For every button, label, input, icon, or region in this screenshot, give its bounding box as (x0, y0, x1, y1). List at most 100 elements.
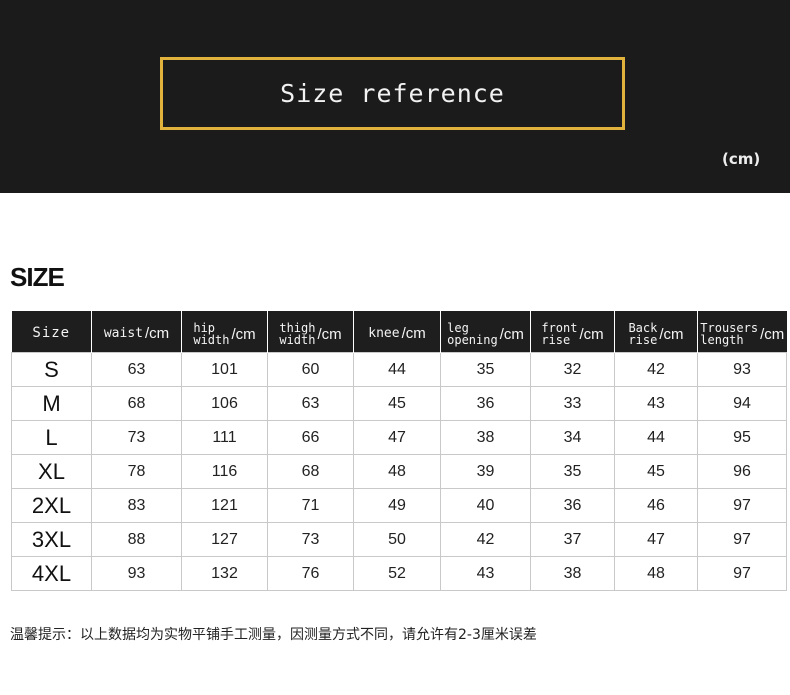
measurement-cell: 39 (440, 454, 531, 489)
measurement-cell: 83 (91, 488, 182, 523)
measurement-cell: 78 (91, 454, 182, 489)
measurement-cell: 96 (697, 454, 787, 489)
measurement-cell: 44 (614, 420, 698, 455)
measurement-cell: 36 (530, 488, 615, 523)
measurement-cell: 88 (91, 522, 182, 557)
size-cell: 4XL (11, 556, 92, 591)
measurement-cell: 42 (614, 352, 698, 387)
header-banner: Size reference (cm) (0, 0, 790, 193)
measurement-cell: 47 (353, 420, 441, 455)
measurement-cell: 94 (697, 386, 787, 421)
measurement-cell: 93 (697, 352, 787, 387)
table-row: M 68 106 63 45 36 33 43 94 (11, 386, 787, 421)
column-header-knee: knee/cm (353, 311, 441, 353)
column-header-front: front rise/cm (530, 311, 615, 353)
measurement-cell: 73 (91, 420, 182, 455)
column-header-trousers: Trousers length/cm (697, 311, 787, 353)
measurement-cell: 93 (91, 556, 182, 591)
column-header-label: thigh width (279, 321, 316, 347)
measurement-cell: 47 (614, 522, 698, 557)
column-header-label: Size (32, 325, 71, 341)
measurement-cell: 73 (267, 522, 354, 557)
measurement-cell: 45 (353, 386, 441, 421)
measurement-cell: 44 (353, 352, 441, 387)
measurement-cell: 121 (181, 488, 268, 523)
measurement-cell: 43 (614, 386, 698, 421)
column-header-unit: /cm (659, 325, 684, 343)
measurement-cell: 48 (614, 556, 698, 591)
measurement-cell: 43 (440, 556, 531, 591)
column-header-waist: waist/cm (91, 311, 182, 353)
title-frame: Size reference (160, 57, 625, 130)
column-header-unit: /cm (499, 325, 524, 343)
measurement-cell: 49 (353, 488, 441, 523)
measurement-cell: 127 (181, 522, 268, 557)
measurement-cell: 76 (267, 556, 354, 591)
column-header-unit: /cm (317, 325, 342, 343)
size-cell: L (11, 420, 92, 455)
column-header-thigh: thigh width/cm (267, 311, 354, 353)
column-header-label: knee (368, 325, 400, 341)
size-chart-table: Size waist/cm hip width/cm thigh width/cm kn… (11, 311, 787, 591)
banner-title: Size reference (280, 79, 505, 108)
measurement-cell: 42 (440, 522, 531, 557)
measurement-cell: 50 (353, 522, 441, 557)
measurement-cell: 35 (530, 454, 615, 489)
column-header-unit: /cm (401, 324, 426, 342)
measurement-cell: 40 (440, 488, 531, 523)
measurement-cell: 68 (267, 454, 354, 489)
measurement-cell: 68 (91, 386, 182, 421)
column-header-label: hip width (193, 321, 230, 347)
size-cell: XL (11, 454, 92, 489)
measurement-cell: 36 (440, 386, 531, 421)
measurement-cell: 52 (353, 556, 441, 591)
column-header-label: Trousers length (700, 321, 759, 347)
column-header-hip: hip width/cm (181, 311, 268, 353)
table-header-row: Size waist/cm hip width/cm thigh width/cm kn… (11, 311, 787, 353)
table-row: 4XL 93 132 76 52 43 38 48 97 (11, 556, 787, 591)
column-header-label: leg opening (447, 321, 498, 347)
section-heading: SIZE (10, 262, 65, 292)
column-header-leg: leg opening/cm (440, 311, 531, 353)
column-header-label: Back rise (628, 321, 658, 347)
measurement-cell: 45 (614, 454, 698, 489)
table-row: 3XL 88 127 73 50 42 37 47 97 (11, 522, 787, 557)
column-header-unit: /cm (231, 325, 256, 343)
measurement-cell: 101 (181, 352, 268, 387)
table-row: 2XL 83 121 71 49 40 36 46 97 (11, 488, 787, 523)
measurement-cell: 63 (91, 352, 182, 387)
measurement-cell: 34 (530, 420, 615, 455)
measurement-cell: 106 (181, 386, 268, 421)
measurement-cell: 71 (267, 488, 354, 523)
column-header-back: Back rise/cm (614, 311, 698, 353)
column-header-unit: /cm (579, 325, 604, 343)
column-header-unit: /cm (760, 325, 785, 343)
measurement-cell: 38 (530, 556, 615, 591)
measurement-cell: 97 (697, 488, 787, 523)
size-cell: 3XL (11, 522, 92, 557)
measurement-cell: 97 (697, 556, 787, 591)
measurement-cell: 95 (697, 420, 787, 455)
measurement-cell: 60 (267, 352, 354, 387)
column-header-unit: /cm (144, 324, 170, 342)
measurement-note: 温馨提示：以上数据均为实物平铺手工测量，因测量方式不同，请允许有2-3厘米误差 (10, 627, 537, 643)
measurement-cell: 37 (530, 522, 615, 557)
measurement-cell: 116 (181, 454, 268, 489)
unit-label: (cm) (722, 150, 761, 168)
table-row: XL 78 116 68 48 39 35 45 96 (11, 454, 787, 489)
column-header-label: front rise (541, 321, 578, 347)
measurement-cell: 66 (267, 420, 354, 455)
measurement-cell: 111 (181, 420, 268, 455)
column-header-label: waist (103, 325, 143, 341)
measurement-cell: 132 (181, 556, 268, 591)
table-row: L 73 111 66 47 38 34 44 95 (11, 420, 787, 455)
measurement-cell: 48 (353, 454, 441, 489)
measurement-cell: 38 (440, 420, 531, 455)
size-cell: S (11, 352, 92, 387)
column-header-size: Size (11, 311, 92, 353)
size-cell: M (11, 386, 92, 421)
size-cell: 2XL (11, 488, 92, 523)
measurement-cell: 63 (267, 386, 354, 421)
measurement-cell: 35 (440, 352, 531, 387)
measurement-cell: 97 (697, 522, 787, 557)
